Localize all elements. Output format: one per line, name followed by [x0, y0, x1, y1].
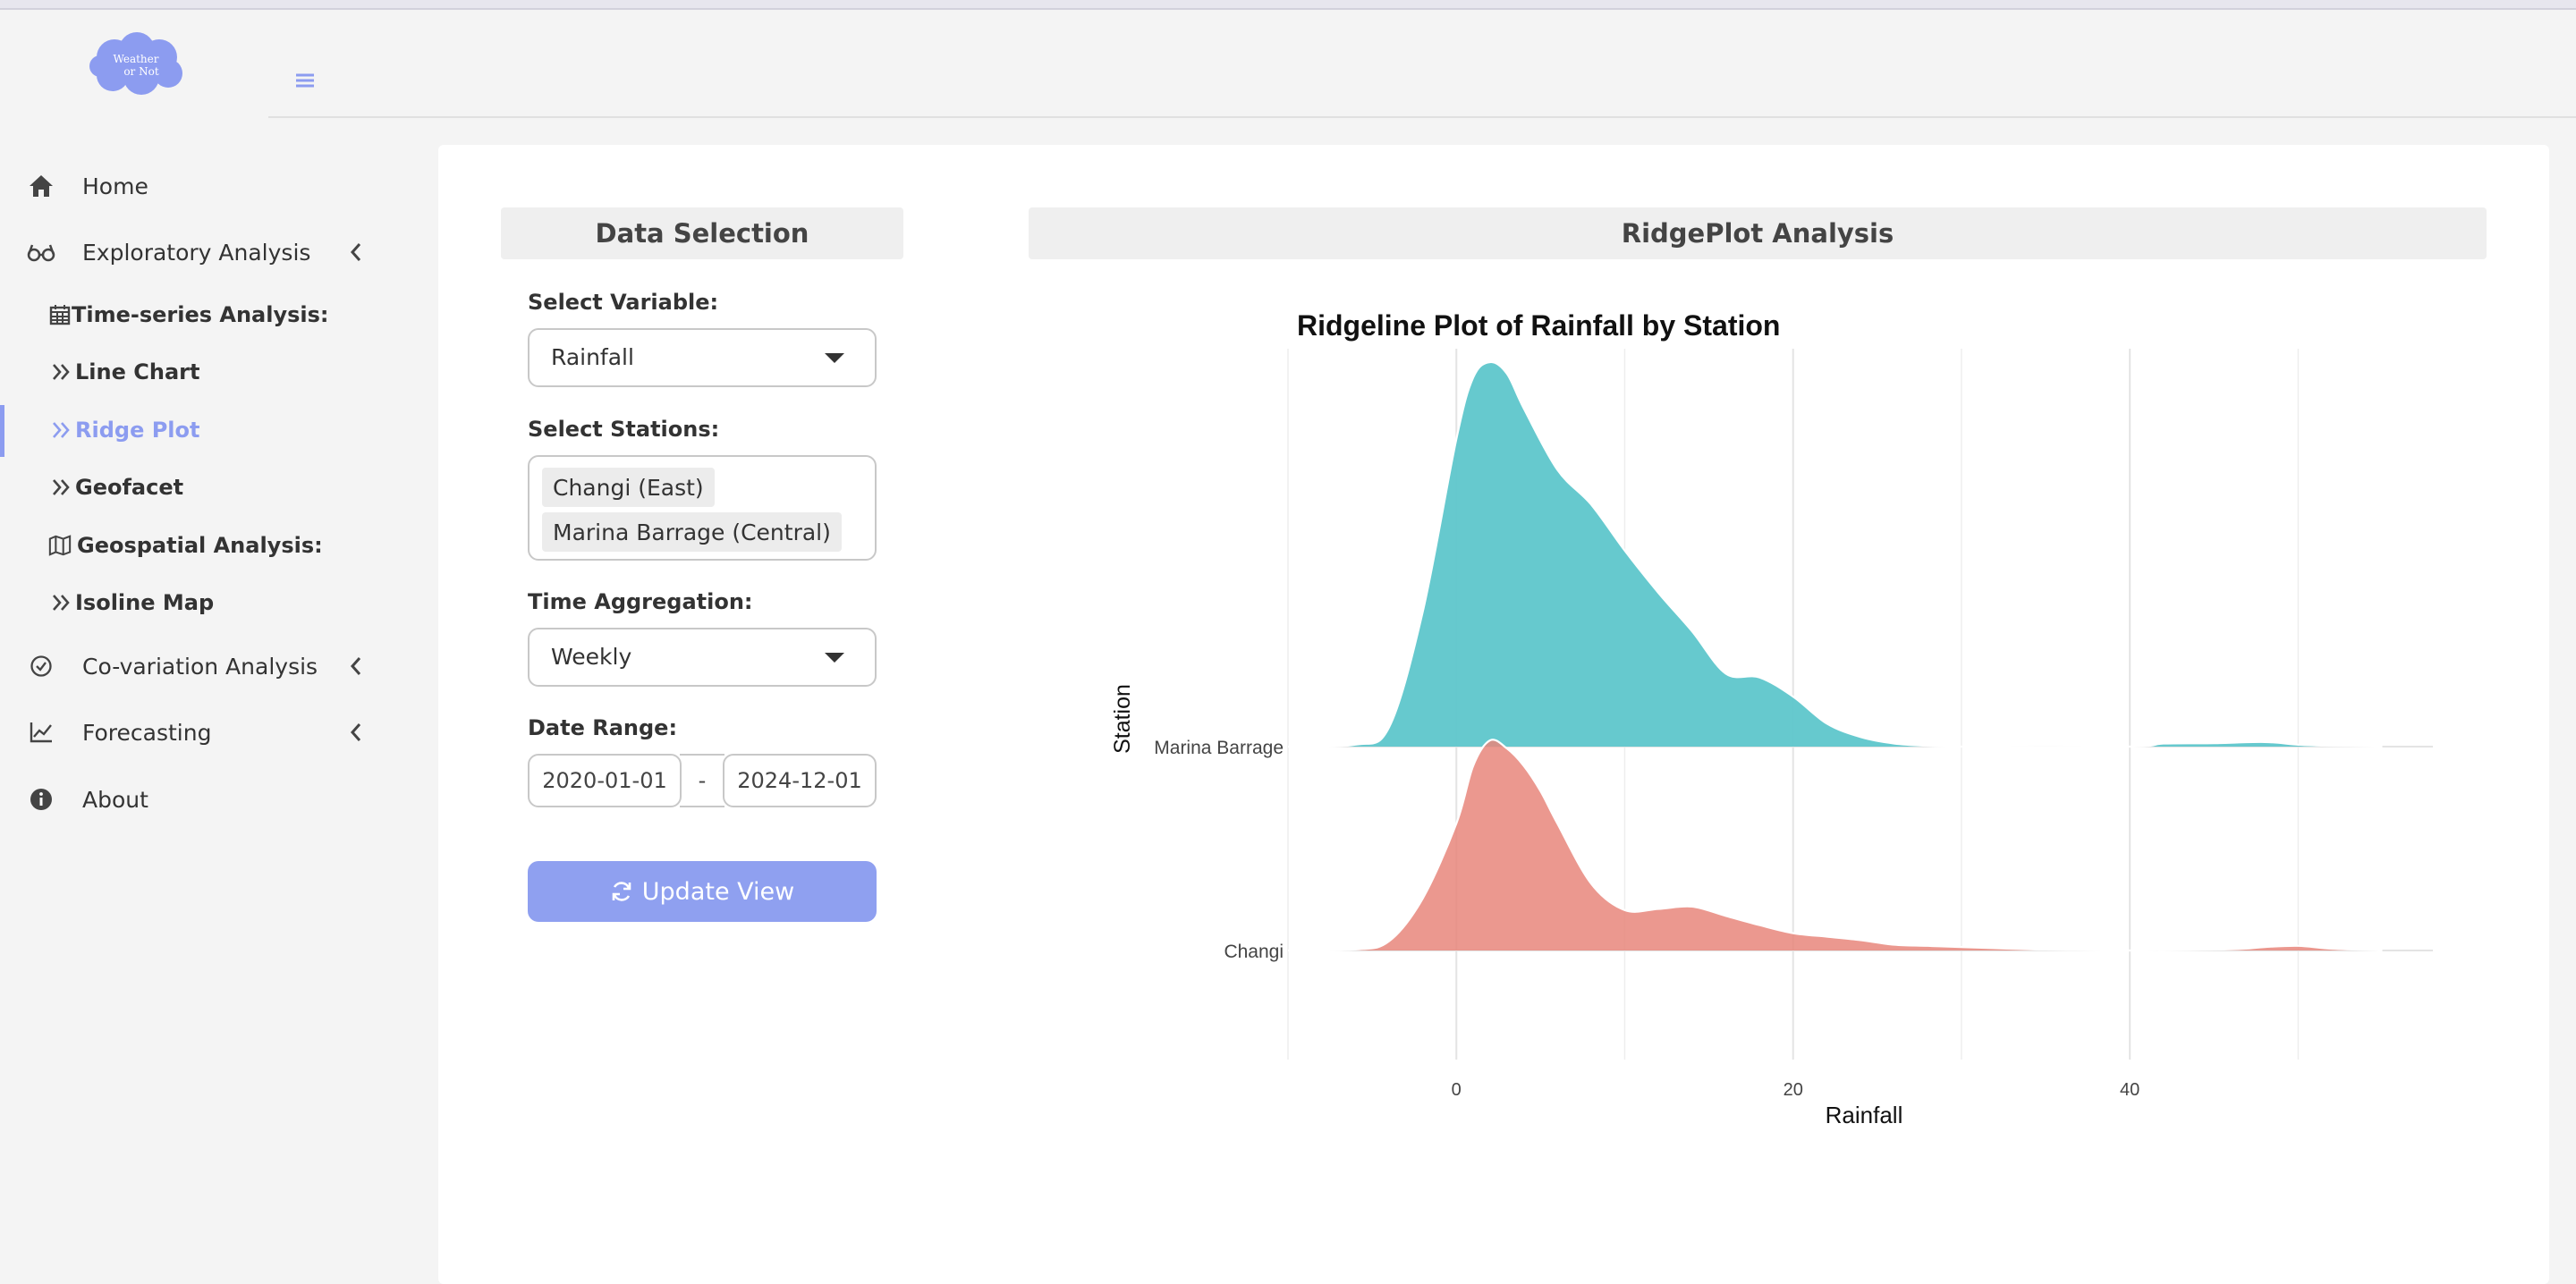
select-variable-label: Select Variable:: [528, 290, 719, 315]
date-start-input[interactable]: 2020-01-01: [528, 754, 682, 807]
sidebar-item-exploratory-analysis[interactable]: Exploratory Analysis: [0, 227, 385, 277]
logo-text-line2: or Not: [123, 65, 159, 78]
sidebar-item-about[interactable]: About: [0, 774, 385, 824]
header-divider: [268, 116, 2576, 118]
aggregation-select-value: Weekly: [551, 644, 632, 670]
sidebar-item-label: Exploratory Analysis: [82, 239, 311, 266]
date-end-input[interactable]: 2024-12-01: [723, 754, 877, 807]
aggregation-select[interactable]: Weekly: [528, 628, 877, 687]
update-view-button[interactable]: Update View: [528, 861, 877, 922]
x-tick-label: 40: [2120, 1080, 2140, 1100]
x-tick-label: 20: [1784, 1080, 1803, 1100]
time-aggregation-label: Time Aggregation:: [528, 589, 753, 614]
map-icon: [48, 535, 72, 556]
y-tick-label: Marina Barrage: [1154, 738, 1284, 758]
variable-select[interactable]: Rainfall: [528, 328, 877, 387]
ridge-layer: [1287, 360, 2383, 952]
chart-title: Ridgeline Plot of Rainfall by Station: [1297, 309, 1780, 342]
double-chevron-icon: [53, 595, 70, 611]
double-chevron-icon: [53, 364, 70, 380]
app-logo[interactable]: Weather or Not: [88, 30, 186, 97]
variable-select-value: Rainfall: [551, 344, 634, 370]
y-tick-label: Changi: [1224, 942, 1284, 962]
update-view-label: Update View: [641, 877, 795, 906]
y-axis-label: Station: [1110, 684, 1135, 754]
glasses-icon: [25, 236, 57, 268]
stations-multiselect[interactable]: Changi (East) Marina Barrage (Central): [528, 455, 877, 561]
ridgeplot-analysis-header: RidgePlot Analysis: [1029, 207, 2487, 259]
caret-down-icon: [825, 653, 844, 663]
sidebar-item-label: Isoline Map: [75, 590, 215, 615]
sidebar-item-geofacet[interactable]: Geofacet: [0, 464, 394, 511]
sidebar-item-label: Line Chart: [75, 359, 200, 384]
sidebar-item-label: Ridge Plot: [75, 418, 200, 443]
browser-top-strip: [0, 0, 2576, 10]
station-chip[interactable]: Changi (East): [542, 468, 715, 507]
double-chevron-icon: [53, 479, 70, 495]
sidebar-item-forecasting[interactable]: Forecasting: [0, 707, 385, 757]
sidebar-item-label: About: [82, 786, 148, 813]
sidebar-item-line-chart[interactable]: Line Chart: [0, 349, 394, 395]
x-axis-label: Rainfall: [1826, 1102, 1903, 1128]
sidebar-item-label: Forecasting: [82, 719, 212, 746]
home-icon: [25, 170, 57, 202]
date-range-label: Date Range:: [528, 715, 678, 740]
sidebar-item-co-variation-analysis[interactable]: Co-variation Analysis: [0, 641, 385, 691]
check-circle-icon: [25, 650, 57, 682]
ridge-area-marina-barrage: [1288, 361, 2383, 748]
sidebar-item-ridge-plot[interactable]: Ridge Plot: [0, 407, 394, 453]
menu-toggle-icon[interactable]: [292, 68, 318, 93]
ridge-area-changi: [1288, 739, 2383, 951]
sidebar-item-home[interactable]: Home: [0, 161, 385, 211]
sidebar-item-label: Geofacet: [75, 475, 184, 500]
refresh-icon: [612, 882, 631, 901]
logo-text-line1: Weather: [114, 53, 159, 65]
calendar-icon: [49, 305, 71, 325]
info-icon: [25, 783, 57, 815]
sidebar-item-isoline-map[interactable]: Isoline Map: [0, 579, 394, 626]
double-chevron-icon: [53, 422, 70, 438]
sidebar-item-label: Co-variation Analysis: [82, 653, 318, 680]
sidebar-subheading-label: Time-series Analysis:: [72, 302, 329, 327]
line-chart-icon: [25, 716, 57, 748]
ridgeline-chart: Ridgeline Plot of Rainfall by Station Ma…: [1110, 309, 2433, 1128]
x-tick-label: 0: [1452, 1080, 1462, 1100]
sidebar-item-label: Home: [82, 173, 148, 199]
chevron-left-icon: [350, 723, 361, 741]
sidebar-subheading-geospatial: Geospatial Analysis:: [0, 522, 394, 569]
sidebar-subheading-label: Geospatial Analysis:: [77, 533, 323, 558]
caret-down-icon: [825, 353, 844, 363]
date-range-separator: -: [680, 754, 724, 807]
station-chip[interactable]: Marina Barrage (Central): [542, 512, 842, 552]
data-selection-header: Data Selection: [501, 207, 903, 259]
select-stations-label: Select Stations:: [528, 417, 720, 442]
chevron-left-icon: [350, 243, 361, 261]
chevron-left-icon: [350, 657, 361, 675]
sidebar-subheading-time-series: Time-series Analysis:: [0, 291, 394, 338]
